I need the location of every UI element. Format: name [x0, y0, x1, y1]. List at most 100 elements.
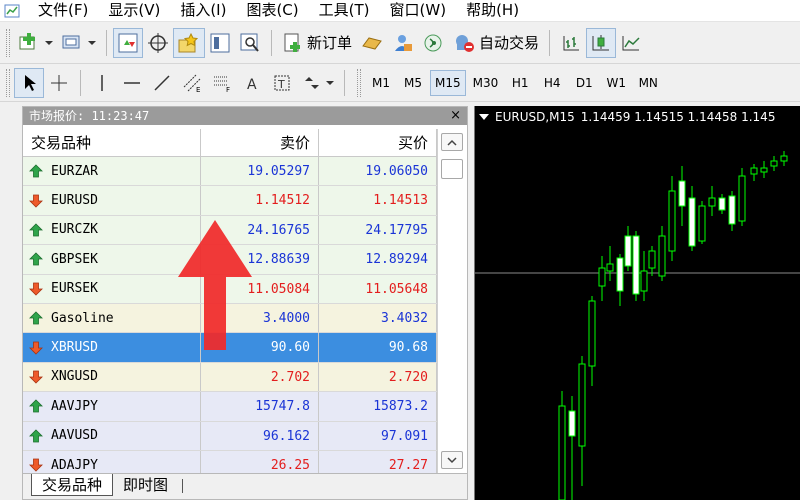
market-watch-row[interactable]: GBPSEK 12.88639 12.89294 [23, 245, 437, 275]
menu-help[interactable]: 帮助(H) [456, 0, 529, 22]
timeframe-m1[interactable]: M1 [366, 70, 396, 96]
market-watch-row[interactable]: AAVJPY 15747.8 15873.2 [23, 392, 437, 422]
crosshair-icon [51, 74, 67, 91]
menu-bar: 文件(F) 显示(V) 插入(I) 图表(C) 工具(T) 窗口(W) 帮助(H… [0, 0, 800, 22]
menu-tools[interactable]: 工具(T) [309, 0, 380, 22]
timeframe-w1[interactable]: W1 [601, 70, 631, 96]
line-chart-icon [622, 35, 640, 50]
fibonacci-button[interactable]: F [207, 68, 237, 98]
bid-price: 12.88639 [201, 245, 319, 274]
tab-tick-chart[interactable]: 即时图 [113, 474, 178, 496]
market-watch-row[interactable]: EURUSD 1.14512 1.14513 [23, 186, 437, 216]
chart-menu-triangle-icon[interactable] [479, 114, 489, 120]
scroll-down-button[interactable] [441, 451, 463, 469]
menu-insert[interactable]: 插入(I) [170, 0, 236, 22]
equidistant-channel-button[interactable]: E [177, 68, 207, 98]
toolbar-grip[interactable] [6, 28, 10, 57]
arrow-up-icon [29, 429, 43, 443]
chart-window[interactable]: EURUSD,M15 1.14459 1.14515 1.14458 1.145 [474, 106, 800, 500]
symbol-name: EURZAR [51, 163, 98, 179]
menu-window[interactable]: 窗口(W) [380, 0, 457, 22]
toolbar-grip[interactable] [357, 68, 361, 97]
symbol-name: GBPSEK [51, 251, 98, 267]
market-watch-row[interactable]: EURSEK 11.05084 11.05648 [23, 274, 437, 304]
column-header-bid[interactable]: 卖价 [201, 129, 319, 157]
user-icon [395, 34, 413, 51]
market-watch-row[interactable]: ADAJPY 26.25 27.27 [23, 450, 437, 473]
chevron-down-icon [447, 456, 457, 463]
new-order-button[interactable]: 新订单 [278, 28, 356, 58]
new-chart-button[interactable] [14, 28, 57, 58]
text-a-icon: A [247, 77, 257, 93]
signals-button[interactable] [418, 28, 448, 58]
timeframe-mn[interactable]: MN [633, 70, 663, 96]
column-header-symbol[interactable]: 交易品种 [23, 129, 201, 157]
candle-body [738, 175, 746, 222]
market-watch-row[interactable]: Gasoline 3.4000 3.4032 [23, 303, 437, 334]
text-tool-button[interactable]: A [237, 68, 267, 98]
candle-body [632, 235, 640, 295]
metaeditor-button[interactable] [356, 28, 388, 58]
candle-body [558, 405, 566, 500]
trendline-button[interactable] [147, 68, 177, 98]
toolbar-divider [271, 29, 272, 56]
new-order-label: 新订单 [307, 34, 353, 52]
line-chart-button[interactable] [616, 28, 646, 58]
arrow-down-icon [29, 282, 43, 296]
candle-body [770, 160, 778, 167]
timeframe-m15[interactable]: M15 [430, 69, 466, 96]
bid-price: 1.14512 [201, 186, 319, 215]
market-watch-row[interactable]: AAVUSD 96.162 97.091 [23, 421, 437, 451]
close-icon[interactable]: × [450, 107, 461, 125]
column-header-ask[interactable]: 买价 [319, 129, 437, 157]
timeframe-d1[interactable]: D1 [569, 70, 599, 96]
market-watch-row[interactable]: EURZAR 19.05297 19.06050 [23, 157, 437, 187]
market-watch-icon [118, 33, 138, 52]
market-watch-scrollbar[interactable] [437, 129, 467, 473]
scroll-thumb[interactable] [441, 159, 463, 179]
candlestick-icon [592, 34, 610, 50]
community-button[interactable] [388, 28, 418, 58]
arrow-up-icon [29, 311, 43, 325]
timeframe-m30[interactable]: M30 [468, 70, 504, 96]
chevron-down-icon [88, 40, 96, 45]
timeframe-h1[interactable]: H1 [505, 70, 535, 96]
arrow-up-icon [29, 164, 43, 178]
market-watch-row[interactable]: XBRUSD 90.60 90.68 [23, 333, 437, 363]
price-chart[interactable] [475, 106, 800, 500]
ask-price: 19.06050 [319, 157, 437, 186]
market-watch-row[interactable]: EURCZK 24.16765 24.17795 [23, 215, 437, 246]
candle-body [780, 155, 788, 162]
menu-file[interactable]: 文件(F) [28, 0, 98, 22]
fibonacci-icon: F [214, 76, 230, 93]
strategy-tester-button[interactable] [235, 28, 265, 58]
market-watch-toggle[interactable] [113, 27, 143, 58]
symbol-name: EURSEK [51, 281, 98, 297]
data-window-button[interactable] [143, 28, 173, 58]
crosshair-tool-button[interactable] [44, 68, 74, 98]
toolbar-grip[interactable] [6, 68, 10, 97]
text-label-button[interactable]: T [267, 68, 297, 98]
market-watch-row[interactable]: XNGUSD 2.702 2.720 [23, 362, 437, 393]
symbol-cell: EURSEK [23, 274, 201, 303]
arrows-icon [305, 76, 319, 89]
menu-charts[interactable]: 图表(C) [236, 0, 308, 22]
symbol-cell: GBPSEK [23, 245, 201, 274]
bar-chart-button[interactable] [556, 28, 586, 58]
tab-symbols[interactable]: 交易品种 [31, 474, 114, 496]
navigator-button[interactable] [173, 27, 205, 58]
vertical-line-button[interactable] [87, 68, 117, 98]
scroll-up-button[interactable] [441, 133, 463, 151]
horizontal-line-button[interactable] [117, 68, 147, 98]
cursor-tool-button[interactable] [14, 67, 44, 98]
timeframe-h4[interactable]: H4 [537, 70, 567, 96]
timeframe-m5[interactable]: M5 [398, 70, 428, 96]
candle-body [678, 180, 686, 207]
arrows-tool-button[interactable] [297, 68, 338, 98]
auto-trading-button[interactable]: 自动交易 [448, 28, 543, 58]
terminal-button[interactable] [205, 28, 235, 58]
menu-view[interactable]: 显示(V) [98, 0, 170, 22]
profiles-button[interactable] [57, 28, 100, 58]
ask-price: 90.68 [319, 333, 437, 362]
candlestick-chart-button[interactable] [586, 27, 617, 58]
